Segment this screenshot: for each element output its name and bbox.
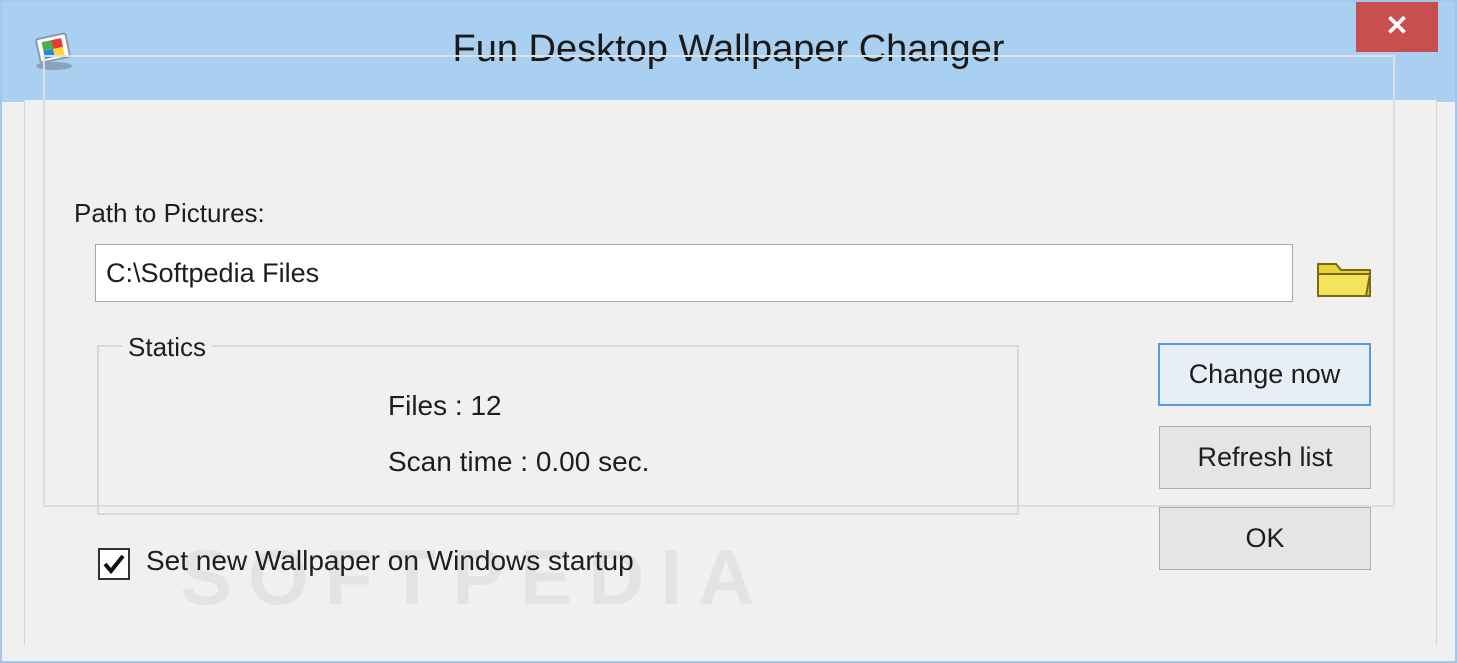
startup-checkbox[interactable] (98, 548, 130, 580)
checkmark-icon (103, 554, 125, 575)
change-now-button[interactable]: Change now (1158, 343, 1371, 406)
close-button[interactable]: ✕ (1356, 2, 1438, 52)
startup-checkbox-label[interactable]: Set new Wallpaper on Windows startup (146, 545, 634, 577)
statics-groupbox (97, 345, 1019, 515)
folder-icon (1317, 263, 1372, 297)
close-icon: ✕ (1385, 10, 1409, 41)
browse-folder-button[interactable] (1304, 251, 1372, 303)
statics-legend: Statics (122, 332, 213, 363)
ok-button[interactable]: OK (1159, 507, 1371, 570)
refresh-list-button[interactable]: Refresh list (1159, 426, 1371, 489)
path-input[interactable] (95, 244, 1293, 302)
scan-time: Scan time : 0.00 sec. (388, 446, 650, 477)
dialog-window: Fun Desktop Wallpaper Changer ✕ SOFTPEDI… (0, 0, 1457, 663)
files-count: Files : 12 (388, 390, 502, 421)
path-label: Path to Pictures: (74, 198, 265, 228)
